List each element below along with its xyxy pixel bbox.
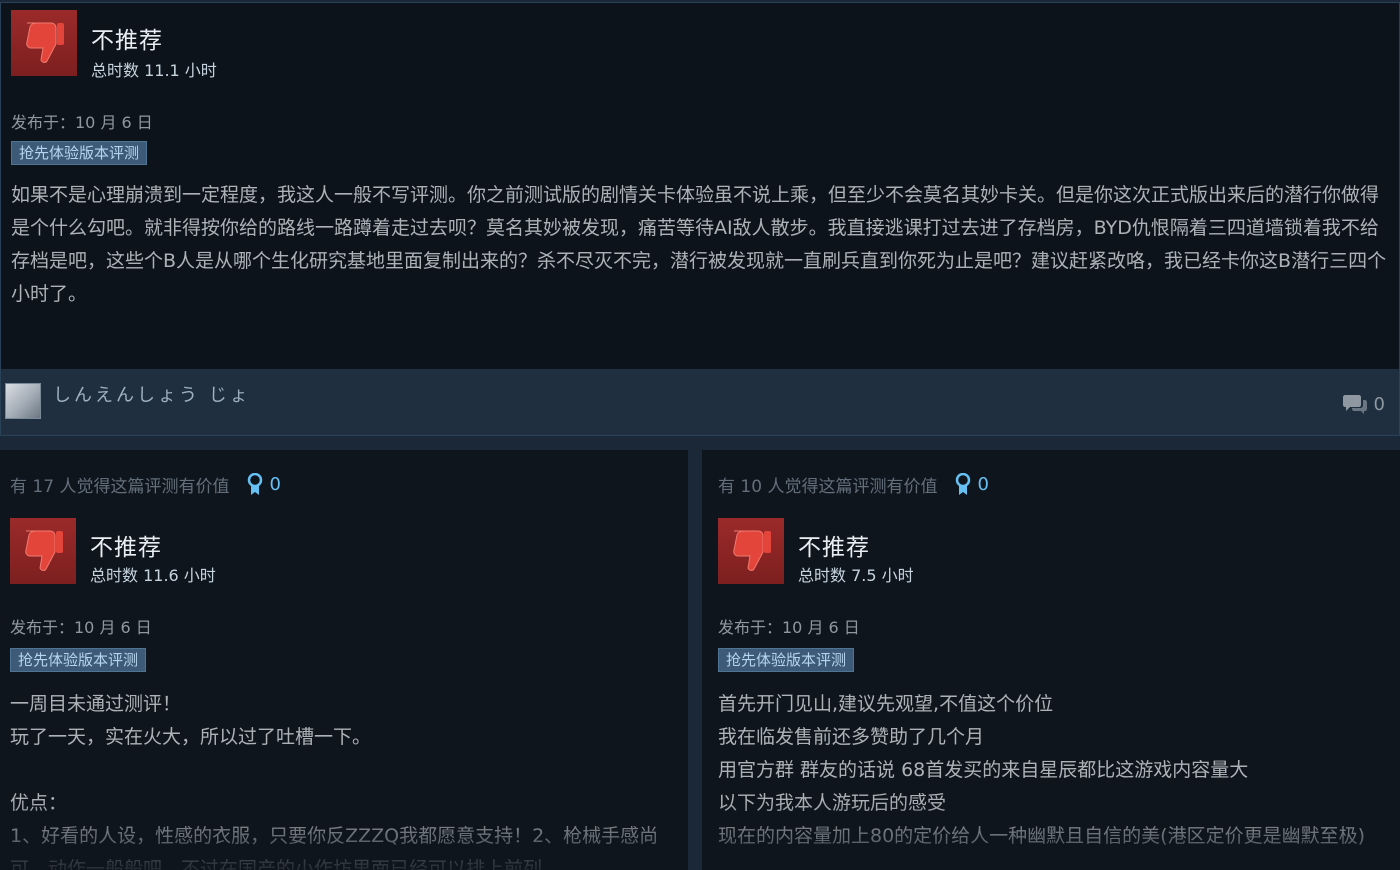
- review-line: 一周目未通过测评！: [10, 693, 182, 715]
- review-body: 如果不是心理崩溃到一定程度，我这人一般不写评测。你之前测试版的剧情关卡体验虽不说…: [11, 179, 1389, 311]
- review-line: 优点：: [10, 792, 68, 814]
- early-access-badge[interactable]: 抢先体验版本评测: [10, 648, 147, 672]
- review-line: 以下为我本人游玩后的感受: [718, 792, 947, 814]
- posted-date: 发布于：10 月 6 日: [718, 618, 860, 637]
- award-button[interactable]: 0: [955, 472, 989, 497]
- playtime-hours: 总时数 11.1 小时: [91, 61, 217, 80]
- review-card-1: 不推荐 总时数 11.1 小时 发布于：10 月 6 日 抢先体验版本评测 如果…: [0, 2, 1400, 436]
- early-access-badge[interactable]: 抢先体验版本评测: [718, 648, 855, 672]
- review-line: 现在的内容量加上80的定价给人一种幽默且自信的美(港区定价更是幽默至极): [718, 825, 1366, 847]
- award-ribbon-icon: [956, 472, 971, 495]
- thumbs-down-badge: [10, 518, 76, 584]
- award-button[interactable]: 0: [247, 472, 281, 497]
- award-count: 0: [977, 474, 989, 495]
- review-body: 首先开门见山,建议先观望,不值这个价位 我在临发售前还多赞助了几个月 用官方群 …: [718, 688, 1388, 853]
- thumbs-down-badge: [11, 10, 77, 76]
- early-access-badge[interactable]: 抢先体验版本评测: [11, 141, 148, 165]
- helpful-row: 有 10 人觉得这篇评测有价值 0: [718, 472, 989, 497]
- review-card-3: 有 10 人觉得这篇评测有价值 0 不推荐 总时数 7.5 小时 发布于：10 …: [702, 450, 1400, 870]
- review-line: [10, 754, 678, 787]
- review-line: 1、好看的人设，性感的衣服，只要你反ZZZQ我都愿意支持！2、枪械手感尚可，动作…: [10, 825, 659, 870]
- comment-count: 0: [1373, 393, 1385, 415]
- recommendation-label: 不推荐: [91, 28, 163, 54]
- playtime-hours: 总时数 7.5 小时: [798, 566, 914, 585]
- thumbs-down-icon: [733, 530, 771, 571]
- review-line: 首先开门见山,建议先观望,不值这个价位: [718, 693, 1054, 715]
- award-ribbon-icon: [248, 472, 263, 495]
- review-line: 用官方群 群友的话说 68首发买的来自星辰都比这游戏内容量大: [718, 759, 1249, 781]
- review-line: 玩了一天，实在火大，所以过了吐槽一下。: [10, 726, 372, 748]
- award-count: 0: [269, 474, 281, 495]
- posted-date: 发布于：10 月 6 日: [11, 113, 153, 132]
- playtime-hours: 总时数 11.6 小时: [90, 566, 216, 585]
- comment-bubble-icon: [1342, 395, 1367, 414]
- review-card-2: 有 17 人觉得这篇评测有价值 0 不推荐 总时数 11.6 小时 发布于：10…: [0, 450, 688, 870]
- thumbs-down-icon: [25, 530, 63, 571]
- helpful-row: 有 17 人觉得这篇评测有价值 0: [10, 472, 281, 497]
- review-paragraph: 如果不是心理崩溃到一定程度，我这人一般不写评测。你之前测试版的剧情关卡体验虽不说…: [11, 184, 1387, 305]
- recommendation-label: 不推荐: [798, 535, 870, 561]
- thumbs-down-icon: [26, 22, 64, 63]
- review-line: 我在临发售前还多赞助了几个月: [718, 726, 985, 748]
- comments-link[interactable]: 0: [1342, 393, 1385, 415]
- helpful-count-text: 有 10 人觉得这篇评测有价值: [718, 477, 938, 497]
- author-name[interactable]: しんえんしょう じょ: [53, 381, 251, 407]
- avatar[interactable]: [5, 383, 41, 419]
- review-body: 一周目未通过测评！ 玩了一天，实在火大，所以过了吐槽一下。 优点： 1、好看的人…: [10, 688, 678, 870]
- posted-date: 发布于：10 月 6 日: [10, 618, 152, 637]
- thumbs-down-badge: [718, 518, 784, 584]
- review-author-bar[interactable]: しんえんしょう じょ 0: [1, 369, 1399, 435]
- helpful-count-text: 有 17 人觉得这篇评测有价值: [10, 477, 230, 497]
- recommendation-label: 不推荐: [90, 535, 162, 561]
